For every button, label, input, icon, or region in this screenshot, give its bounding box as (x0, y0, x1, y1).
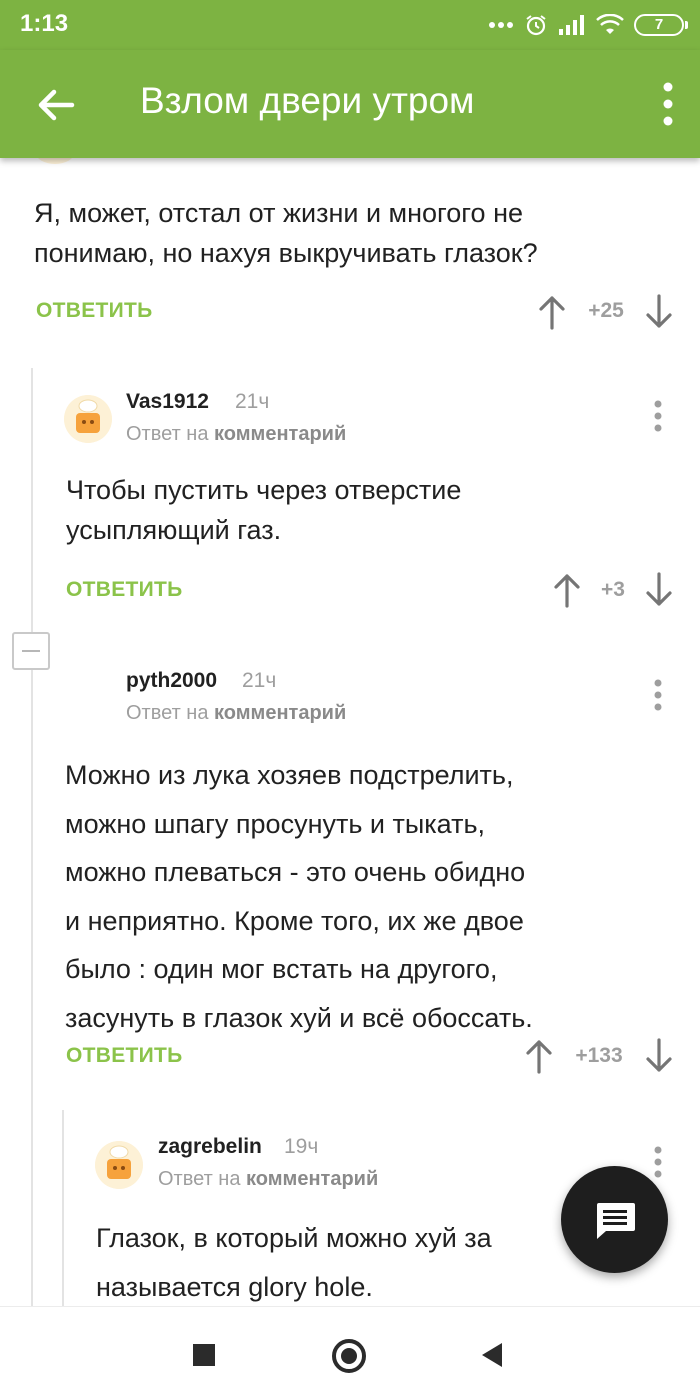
comment-line: засунуть в глазок хуй и всё обоссать. (65, 1002, 533, 1033)
comment-line: Чтобы пустить через отверстие (66, 475, 462, 505)
more-vert-icon[interactable] (662, 80, 674, 128)
avatar (64, 395, 112, 443)
comment-body: Я, может, отстал от жизни и многого не п… (34, 194, 538, 273)
comment-line: можно шпагу просунуть и тыкать, (65, 808, 486, 839)
arrow-down-icon[interactable] (645, 1038, 673, 1074)
comments-thread[interactable]: Я, может, отстал от жизни и многого не п… (0, 158, 700, 1306)
arrow-up-icon[interactable] (553, 572, 581, 608)
comment-line: можно плеваться - это очень обидно (65, 857, 526, 887)
reply-to-link[interactable]: комментарий (214, 702, 346, 724)
status-icons: 7 (488, 12, 688, 38)
comment-body: Чтобы пустить через отверстие усыпляющий… (66, 471, 461, 550)
recents-icon[interactable] (192, 1343, 216, 1367)
reply-to-link[interactable]: комментарий (214, 423, 346, 445)
reply-to-prefix: Ответ на (126, 702, 209, 724)
avatar (95, 1141, 143, 1189)
back-nav-icon[interactable] (480, 1341, 504, 1369)
comment-line: было : один мог встать на другого, (65, 954, 498, 984)
arrow-up-icon[interactable] (538, 294, 566, 330)
comment-line: и неприятно. Кроме того, их же двое (65, 905, 524, 936)
comment-author[interactable]: zagrebelin (158, 1135, 262, 1159)
more-notifications-icon (489, 22, 513, 28)
arrow-up-icon[interactable] (525, 1038, 553, 1074)
alarm-icon (526, 15, 546, 36)
comment-line: Я, может, отстал от жизни и многого не (34, 198, 524, 228)
thread-line (31, 368, 33, 1306)
vote-score: +3 (601, 578, 625, 601)
reply-to-prefix: Ответ на (126, 423, 209, 445)
reply-button[interactable]: ОТВЕТИТЬ (36, 299, 153, 323)
comment-time: 19ч (284, 1135, 319, 1158)
more-vert-icon[interactable] (653, 399, 663, 433)
thread-line (62, 1110, 64, 1306)
signal-icon (559, 15, 584, 35)
battery-icon: 7 (634, 14, 688, 36)
reply-to-info: Ответ на комментарий (158, 1168, 378, 1191)
collapse-thread-button[interactable] (12, 632, 50, 670)
comment-time: 21ч (235, 390, 270, 413)
status-time: 1:13 (20, 10, 69, 37)
reply-button[interactable]: ОТВЕТИТЬ (66, 578, 183, 602)
avatar (36, 158, 74, 164)
arrow-down-icon[interactable] (645, 294, 673, 330)
comment-line: Глазок, в который можно хуй за (96, 1223, 492, 1253)
add-comment-button[interactable] (561, 1166, 668, 1273)
user-avatar-icon (64, 395, 112, 443)
system-nav-bar (0, 1306, 700, 1400)
comment-line: Можно из лука хозяев подстрелить, (65, 760, 514, 790)
comment-author[interactable]: Vas1912 (126, 390, 209, 414)
comment-icon (597, 1203, 635, 1239)
comment-line: понимаю, но нахуя выкручивать глазок? (34, 237, 538, 268)
reply-to-link[interactable]: комментарий (246, 1168, 378, 1190)
comment-line: называется glory hole. (96, 1271, 373, 1302)
more-vert-icon[interactable] (653, 1145, 663, 1179)
vote-score: +25 (588, 299, 624, 322)
comment-time: 21ч (242, 669, 277, 692)
status-bar: 1:13 7 (0, 0, 700, 50)
arrow-down-icon[interactable] (645, 572, 673, 608)
vote-score: +133 (575, 1044, 623, 1067)
comment-body: Можно из лука хозяев подстрелить, можно … (65, 751, 533, 1042)
reply-to-info: Ответ на комментарий (126, 702, 346, 725)
reply-to-info: Ответ на комментарий (126, 423, 346, 446)
arrow-back-icon[interactable] (30, 80, 80, 130)
reply-button[interactable]: ОТВЕТИТЬ (66, 1044, 183, 1068)
comment-body: Глазок, в который можно хуй за называетс… (96, 1214, 492, 1306)
more-vert-icon[interactable] (653, 678, 663, 712)
comment-author[interactable]: pyth2000 (126, 669, 217, 693)
app-bar: Взлом двери утром (0, 50, 700, 158)
wifi-icon (596, 14, 624, 34)
user-avatar-icon (95, 1141, 143, 1189)
page-title: Взлом двери утром (140, 80, 475, 121)
reply-to-prefix: Ответ на (158, 1168, 241, 1190)
home-icon[interactable] (330, 1337, 368, 1375)
comment-line: усыпляющий газ. (66, 514, 282, 545)
